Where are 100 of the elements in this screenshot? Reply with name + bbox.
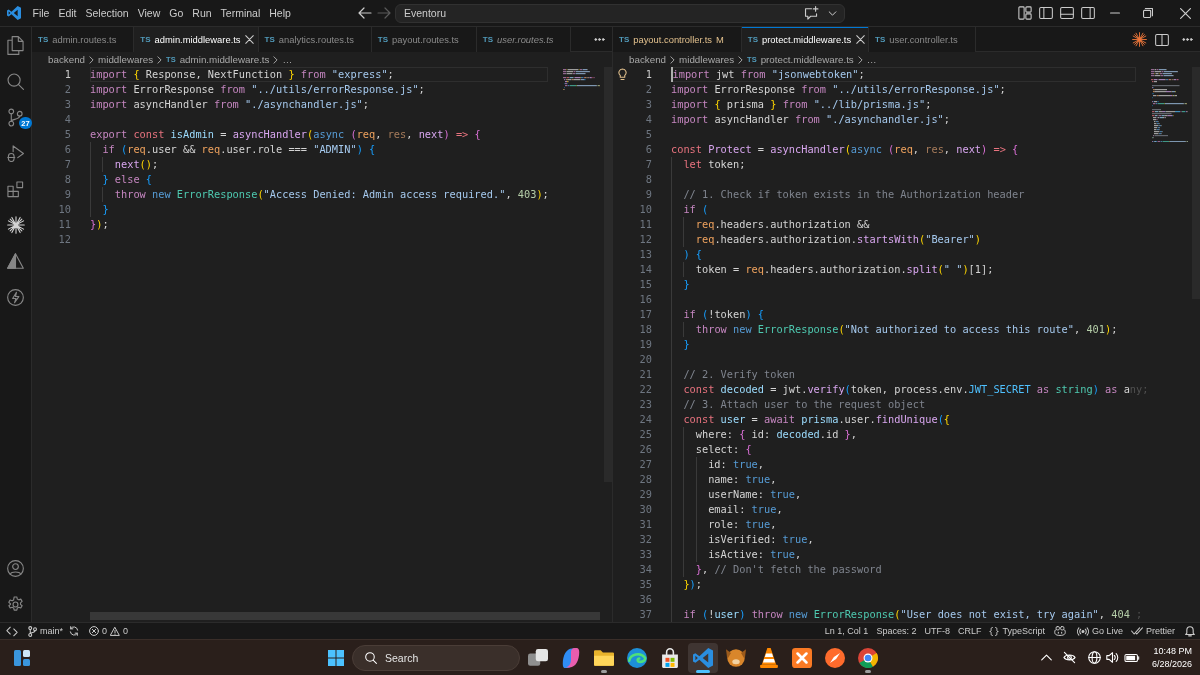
menu-item[interactable]: Selection bbox=[81, 5, 134, 21]
close-icon[interactable] bbox=[855, 35, 865, 44]
more-icon[interactable] bbox=[1181, 38, 1194, 41]
line-number: 5 bbox=[63, 127, 71, 142]
editor-tab[interactable]: TS admin.middleware.ts bbox=[134, 27, 259, 52]
wave-circle-icon[interactable] bbox=[627, 647, 647, 668]
triangle-icon[interactable] bbox=[7, 253, 24, 269]
traffic-cone-icon[interactable] bbox=[759, 647, 779, 668]
speaker-icon[interactable] bbox=[1105, 652, 1119, 663]
store-bag-icon[interactable] bbox=[660, 647, 680, 668]
menu-item[interactable]: File bbox=[28, 5, 54, 21]
menu-item[interactable]: Run bbox=[187, 5, 217, 21]
chat-plus-icon[interactable] bbox=[804, 6, 819, 20]
editor-tab[interactable]: TS user.controller.ts bbox=[869, 27, 976, 52]
windows-logo-icon[interactable] bbox=[328, 649, 344, 666]
goggles-icon[interactable] bbox=[1053, 626, 1066, 636]
indentation-setting[interactable]: Spaces: 2 bbox=[872, 623, 921, 639]
menu-item[interactable]: Help bbox=[264, 5, 296, 21]
cursor-position[interactable]: Ln 1, Col 1 bbox=[820, 623, 873, 639]
prettier-button[interactable]: Prettier bbox=[1127, 623, 1179, 639]
battery-icon[interactable] bbox=[1123, 653, 1140, 662]
running-indicator bbox=[601, 669, 607, 673]
code-line: where: { id: decoded.id }, bbox=[695, 427, 857, 442]
sync-icon[interactable] bbox=[69, 626, 79, 636]
source-control-icon[interactable] bbox=[8, 107, 23, 127]
caret-icon[interactable] bbox=[828, 10, 837, 16]
code-line: const user = await prisma.user.findUnique({ bbox=[683, 412, 951, 427]
broadcast-icon[interactable] bbox=[1076, 626, 1089, 636]
bell-icon[interactable] bbox=[1185, 625, 1195, 637]
chevrons-icon[interactable] bbox=[6, 625, 18, 637]
globe-icon[interactable] bbox=[1087, 651, 1101, 664]
more-icon[interactable] bbox=[593, 38, 606, 41]
close-icon[interactable] bbox=[1180, 7, 1191, 19]
problems-button[interactable]: 0 0 bbox=[85, 623, 133, 639]
widgets-icon[interactable] bbox=[14, 649, 30, 666]
line-number: 33 bbox=[638, 547, 652, 562]
command-center[interactable]: Eventoru bbox=[395, 3, 845, 23]
editor-tab[interactable]: TS user.routes.ts bbox=[476, 27, 572, 52]
minimap-drawing bbox=[563, 69, 600, 91]
git-branch-icon[interactable] bbox=[28, 625, 37, 637]
compass-icon[interactable] bbox=[825, 647, 845, 668]
eye-slash-icon[interactable] bbox=[1062, 651, 1076, 664]
search-field[interactable]: Search bbox=[352, 644, 520, 671]
menu-item[interactable]: Edit bbox=[53, 5, 81, 21]
editor-tab[interactable]: TS payout.controller.ts M bbox=[613, 27, 742, 52]
breadcrumb-item[interactable]: … bbox=[282, 54, 293, 65]
petal-logo-icon[interactable] bbox=[561, 647, 581, 668]
split-editor-icon[interactable] bbox=[1155, 33, 1169, 46]
breadcrumb-item[interactable]: admin.middleware.ts bbox=[179, 54, 270, 65]
customize-layout-icon[interactable] bbox=[1018, 6, 1032, 20]
x-tile-icon[interactable] bbox=[792, 647, 812, 668]
line-number: 1 bbox=[644, 67, 652, 82]
breadcrumb-item[interactable]: backend bbox=[48, 54, 86, 65]
chevron-up-icon[interactable] bbox=[1040, 654, 1052, 661]
starburst-icon[interactable] bbox=[6, 216, 25, 234]
back-arrow-icon[interactable] bbox=[358, 7, 372, 19]
menu-item[interactable]: Go bbox=[164, 5, 188, 21]
line-number: 14 bbox=[638, 262, 652, 277]
editor-tab[interactable]: TS analytics.routes.ts bbox=[258, 27, 372, 52]
settings-icon[interactable] bbox=[7, 595, 24, 613]
encoding-setting[interactable]: UTF-8 bbox=[920, 623, 954, 639]
file-type-label: TS bbox=[482, 35, 493, 44]
double-check-icon[interactable] bbox=[1131, 627, 1143, 635]
warning-icon[interactable] bbox=[110, 626, 121, 636]
scrollbar-thumb[interactable] bbox=[90, 612, 600, 620]
stacked-windows-icon[interactable] bbox=[528, 647, 548, 668]
run-debug-icon[interactable] bbox=[7, 144, 24, 162]
branch-button[interactable]: main* bbox=[24, 623, 67, 639]
breadcrumb-item[interactable]: backend bbox=[629, 54, 667, 65]
lightbulb-icon[interactable] bbox=[618, 68, 627, 81]
lightning-icon[interactable] bbox=[7, 288, 24, 306]
panel-toggle-icon[interactable] bbox=[1060, 7, 1074, 19]
breadcrumb-item[interactable]: middlewares bbox=[679, 54, 735, 65]
breadcrumb-item[interactable]: … bbox=[866, 54, 877, 65]
tricolor-circle-icon[interactable] bbox=[858, 647, 878, 668]
menu-item[interactable]: Terminal bbox=[216, 5, 265, 21]
starburst-icon[interactable] bbox=[1132, 32, 1147, 47]
files-icon[interactable] bbox=[7, 35, 24, 55]
line-number: 7 bbox=[644, 157, 652, 172]
close-icon[interactable] bbox=[245, 35, 255, 44]
restore-icon[interactable] bbox=[1143, 8, 1153, 18]
breadcrumb-item[interactable]: middlewares bbox=[98, 54, 154, 65]
line-ending-setting[interactable]: CRLF bbox=[953, 623, 986, 639]
editor-tab[interactable]: TS protect.middleware.ts bbox=[741, 27, 870, 52]
secondary-sidebar-icon[interactable] bbox=[1081, 7, 1095, 19]
braces-icon[interactable] bbox=[989, 626, 1000, 636]
dog-face-icon[interactable] bbox=[726, 647, 746, 668]
editor-tab[interactable]: TS admin.routes.ts bbox=[32, 27, 135, 52]
go-live-button[interactable]: Go Live bbox=[1072, 623, 1127, 639]
search-icon bbox=[365, 651, 377, 664]
menu-item[interactable]: View bbox=[133, 5, 165, 21]
breadcrumb-item[interactable]: protect.middleware.ts bbox=[760, 54, 854, 65]
search-icon[interactable] bbox=[7, 72, 24, 90]
account-icon[interactable] bbox=[7, 559, 24, 577]
extensions-icon[interactable] bbox=[7, 180, 24, 198]
editor-tab[interactable]: TS payout.routes.ts bbox=[371, 27, 477, 52]
language-mode[interactable]: TypeScript bbox=[985, 623, 1049, 639]
error-icon[interactable] bbox=[89, 626, 99, 636]
sidebar-toggle-icon[interactable] bbox=[1039, 7, 1053, 19]
folder-icon[interactable] bbox=[594, 647, 614, 668]
